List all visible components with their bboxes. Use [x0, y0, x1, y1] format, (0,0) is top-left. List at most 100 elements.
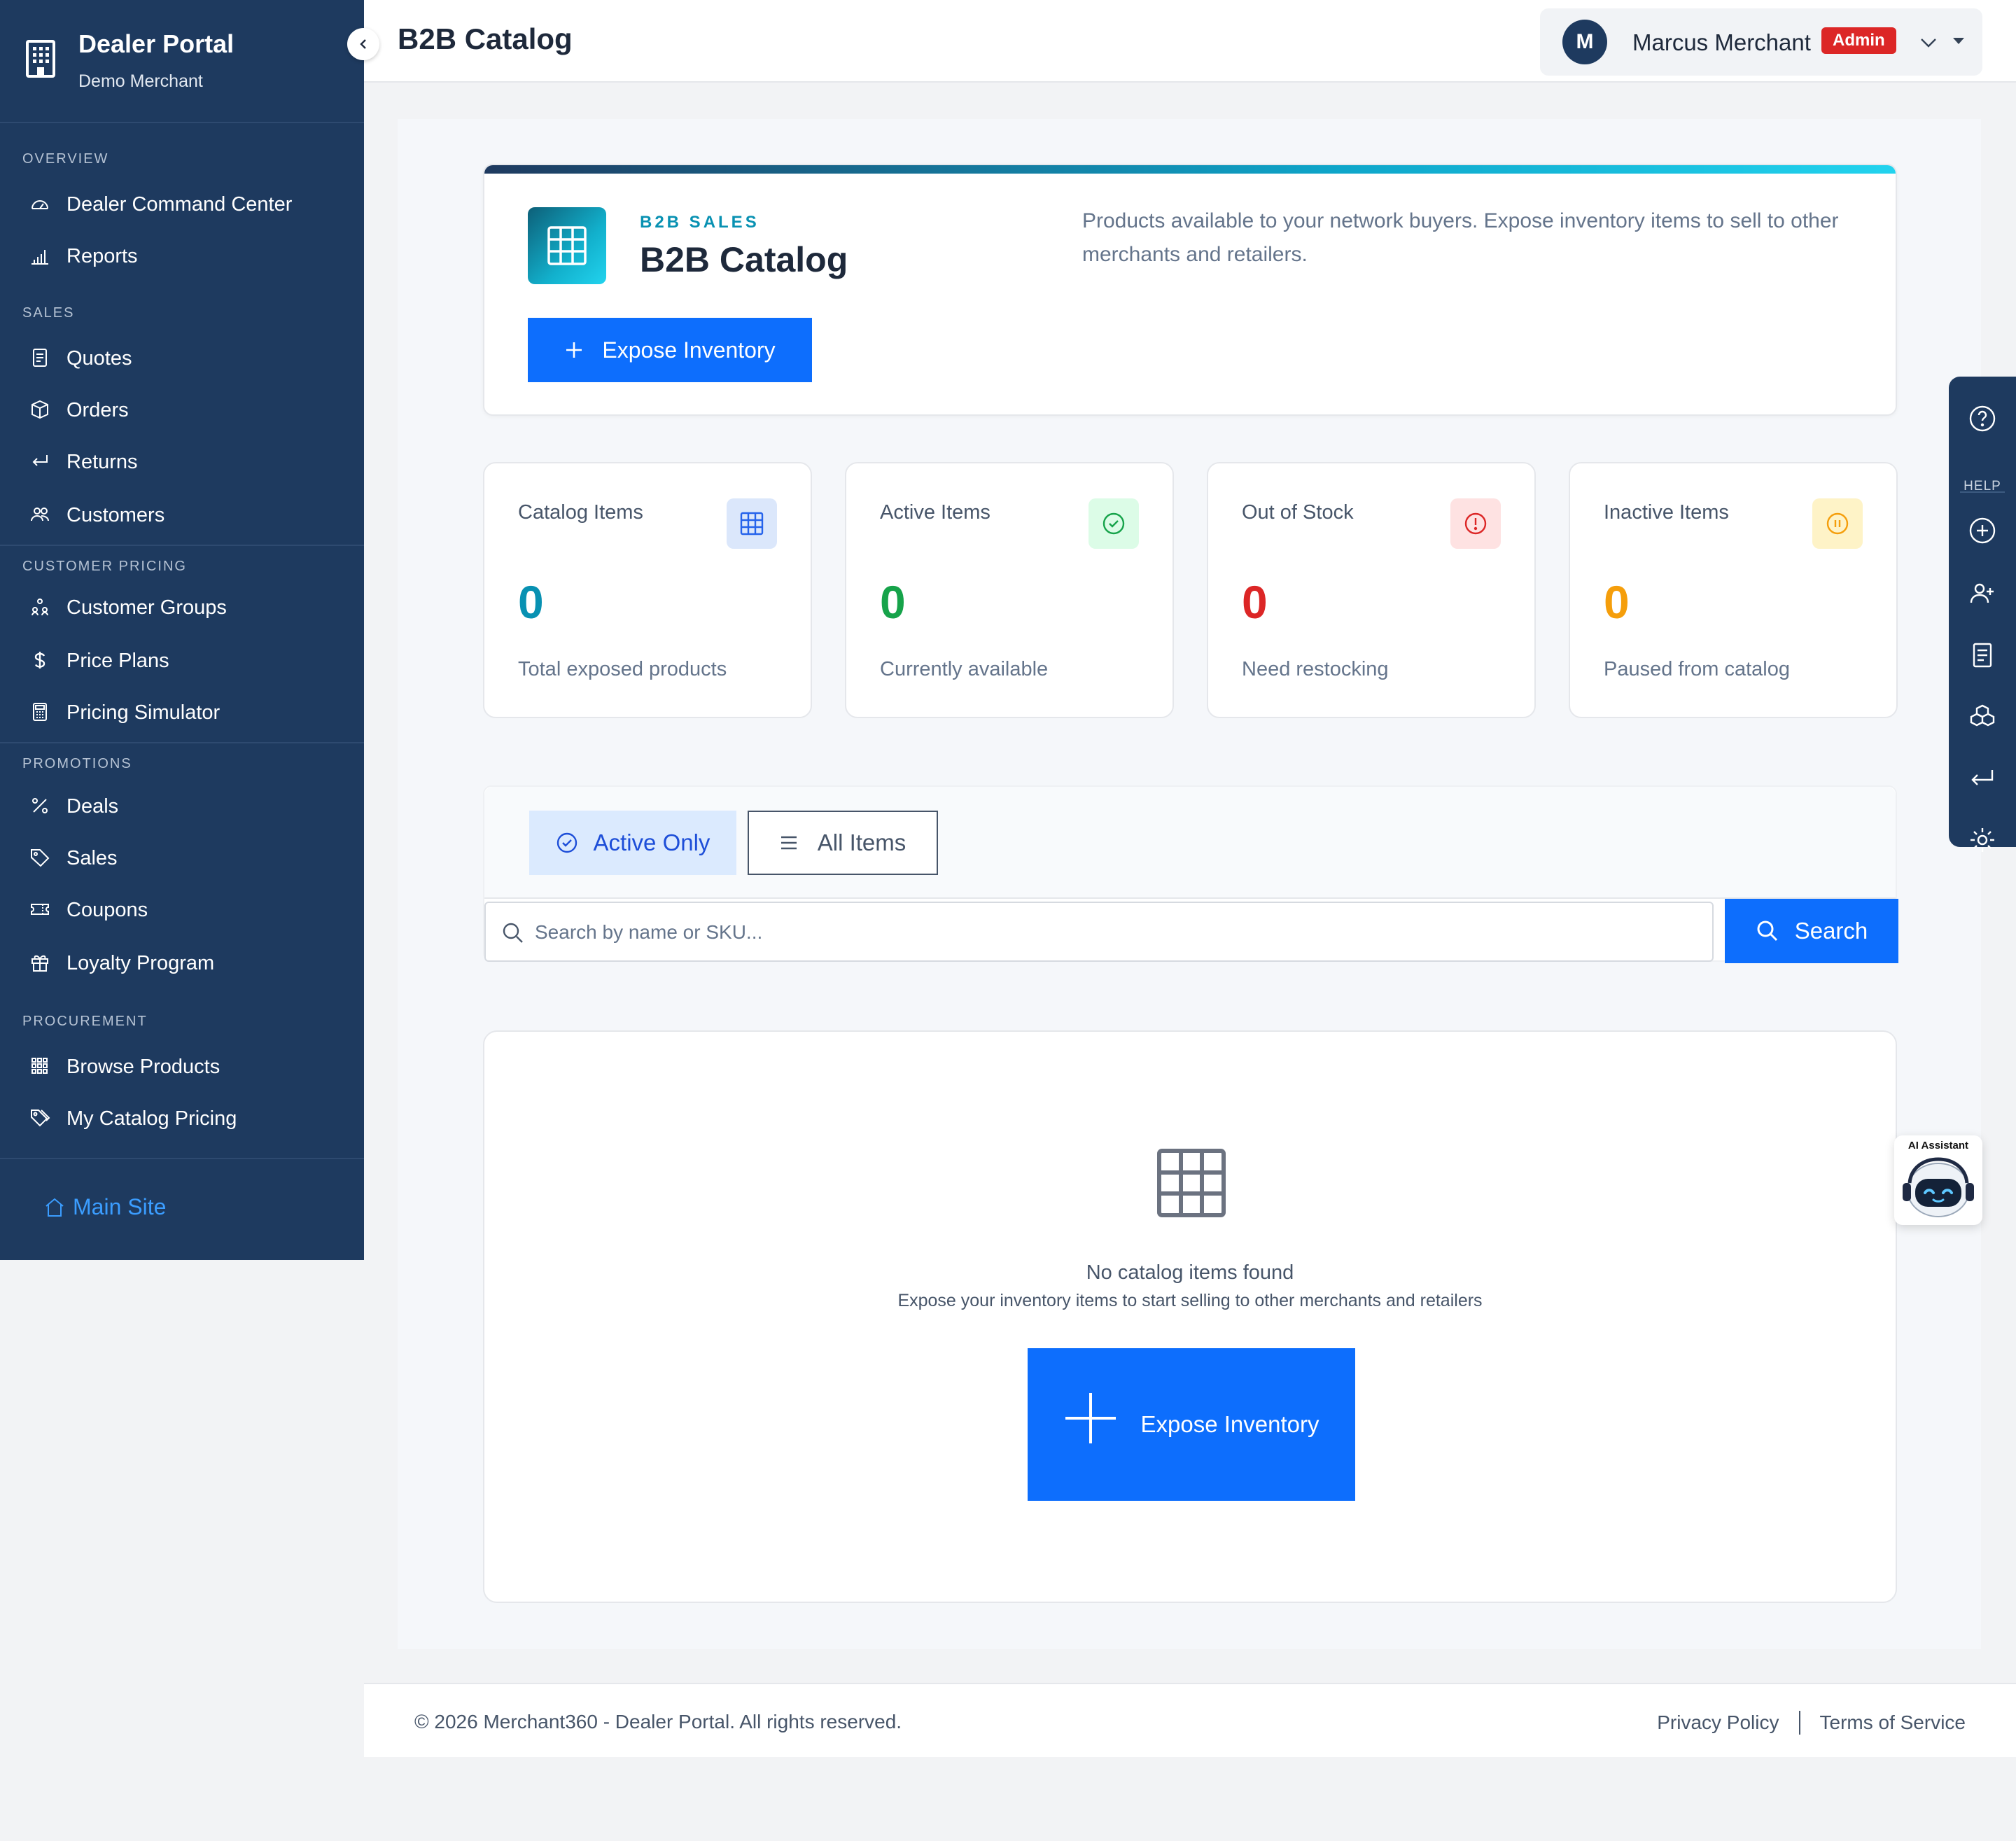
footer: © 2026 Merchant360 - Dealer Portal. All … [364, 1683, 2016, 1757]
gauge-icon [31, 200, 48, 209]
box-icon [31, 400, 48, 419]
sidebar-item-pricing-simulator[interactable]: Pricing Simulator [0, 689, 364, 734]
grid-dots-icon [31, 1058, 48, 1074]
calculator-icon [33, 703, 47, 721]
stat-value: 0 [1242, 576, 1268, 628]
gear-icon[interactable] [1968, 826, 1996, 854]
help-button[interactable]: HELP [1949, 405, 2016, 493]
catalog-header-card: B2B SALES B2B Catalog Products available… [483, 164, 1897, 416]
stat-card-catalog-items: Catalog Items 0 Total exposed products [483, 462, 812, 718]
stat-card-inactive-items: Inactive Items 0 Paused from catalog [1569, 462, 1898, 718]
sidebar-item-customer-groups[interactable]: Customer Groups [0, 584, 364, 629]
stat-value: 0 [880, 576, 906, 628]
tab-all-items[interactable]: All Items [748, 811, 938, 875]
sidebar-title: Dealer Portal [78, 29, 234, 58]
sidebar-item-label: Sales [66, 847, 118, 869]
return-arrow-icon[interactable] [1968, 764, 1996, 792]
divider [0, 742, 364, 743]
sidebar-item-label: Price Plans [66, 650, 169, 672]
sidebar-item-label: Pricing Simulator [66, 701, 220, 724]
boxes-icon[interactable] [1968, 703, 1996, 731]
section-sales: SALES [22, 305, 75, 321]
plus-icon [566, 342, 582, 358]
plus-circle-icon[interactable] [1968, 517, 1996, 545]
stat-card-active-items: Active Items 0 Currently available [845, 462, 1174, 718]
table-grid-icon [1157, 1149, 1226, 1217]
sidebar-item-coupons[interactable]: Coupons [0, 886, 364, 931]
group-icon [31, 598, 48, 616]
filter-tabs-bar: Active Only All Items [484, 787, 1896, 899]
user-menu[interactable]: M Marcus Merchant Admin [1540, 8, 1982, 76]
sidebar-item-label: Browse Products [66, 1056, 220, 1078]
ai-assistant-label: AI Assistant [1907, 1140, 1969, 1152]
sidebar-item-dealer-command-center[interactable]: Dealer Command Center [0, 181, 364, 225]
catalog-grid-icon [528, 207, 606, 284]
search-icon [503, 923, 523, 943]
button-label: Search [1794, 918, 1868, 944]
sidebar-item-quotes[interactable]: Quotes [0, 335, 364, 379]
footer-links: Privacy Policy Terms of Service [1657, 1711, 1966, 1735]
stat-label: Out of Stock [1242, 501, 1354, 524]
role-badge: Admin [1821, 27, 1896, 54]
sidebar-item-deals[interactable]: Deals [0, 783, 364, 827]
stat-subtext: Total exposed products [518, 658, 727, 680]
sidebar-item-label: Orders [66, 399, 129, 421]
sidebar-collapse-button[interactable] [347, 28, 379, 60]
chevron-left-icon [360, 39, 366, 49]
avatar: M [1562, 20, 1607, 64]
sidebar-item-price-plans[interactable]: Price Plans [0, 637, 364, 682]
section-overview: OVERVIEW [22, 151, 109, 167]
copyright: © 2026 Merchant360 - Dealer Portal. All … [414, 1711, 902, 1732]
empty-subtitle: Expose your inventory items to start sel… [897, 1291, 1483, 1310]
building-icon [26, 40, 55, 78]
filter-card: Active Only All Items Search [483, 785, 1898, 963]
sidebar-item-sales[interactable]: Sales [0, 834, 364, 879]
stat-subtext: Need restocking [1242, 658, 1389, 680]
right-action-rail: HELP [1949, 377, 2016, 847]
check-circle-icon [1088, 498, 1139, 549]
chevron-down-icon [1921, 38, 1936, 48]
divider [0, 1158, 364, 1159]
sidebar-item-label: Deals [66, 795, 119, 818]
search-input[interactable] [535, 916, 1697, 949]
tags-icon [31, 1110, 50, 1127]
page-title: B2B Catalog [398, 22, 573, 55]
stat-card-out-of-stock: Out of Stock 0 Need restocking [1207, 462, 1536, 718]
section-customer-pricing: CUSTOMER PRICING [22, 559, 187, 574]
divider [0, 545, 364, 546]
home-icon [46, 1198, 64, 1217]
divider [1960, 491, 2005, 493]
sidebar-item-reports[interactable]: Reports [0, 232, 364, 277]
document-icon [33, 349, 47, 367]
document-icon[interactable] [1968, 641, 1996, 669]
sidebar-item-loyalty-program[interactable]: Loyalty Program [0, 939, 364, 984]
bar-chart-icon [31, 250, 48, 265]
topbar: B2B Catalog M Marcus Merchant Admin [364, 0, 2016, 83]
sidebar-item-label: Customers [66, 504, 165, 526]
user-plus-icon[interactable] [1968, 580, 1996, 608]
sidebar-item-browse-products[interactable]: Browse Products [0, 1043, 364, 1088]
main-site-link[interactable]: Main Site [43, 1194, 166, 1220]
privacy-policy-link[interactable]: Privacy Policy [1657, 1712, 1779, 1734]
return-arrow-icon [32, 455, 48, 466]
tab-active-only[interactable]: Active Only [529, 811, 736, 875]
sidebar-item-label: Dealer Command Center [66, 193, 293, 216]
gift-icon [31, 955, 48, 972]
search-button[interactable]: Search [1725, 899, 1898, 963]
sidebar-item-orders[interactable]: Orders [0, 386, 364, 431]
terms-of-service-link[interactable]: Terms of Service [1820, 1712, 1966, 1734]
sidebar-item-label: Returns [66, 451, 138, 473]
sidebar: Dealer Portal Demo Merchant OVERVIEW Dea… [0, 0, 364, 1260]
ai-assistant-widget[interactable]: AI Assistant [1894, 1135, 1982, 1225]
sidebar-item-customers[interactable]: Customers [0, 491, 364, 536]
button-label: Expose Inventory [1140, 1411, 1320, 1437]
stat-subtext: Currently available [880, 658, 1049, 680]
sidebar-item-returns[interactable]: Returns [0, 438, 364, 483]
search-field [484, 902, 1714, 962]
sidebar-item-my-catalog-pricing[interactable]: My Catalog Pricing [0, 1095, 364, 1140]
tab-label: Active Only [593, 830, 710, 855]
expose-inventory-button[interactable]: Expose Inventory [528, 318, 812, 382]
expose-inventory-empty-button[interactable]: Expose Inventory [1028, 1348, 1355, 1501]
stat-label: Inactive Items [1604, 501, 1729, 524]
sidebar-item-label: Reports [66, 245, 138, 267]
